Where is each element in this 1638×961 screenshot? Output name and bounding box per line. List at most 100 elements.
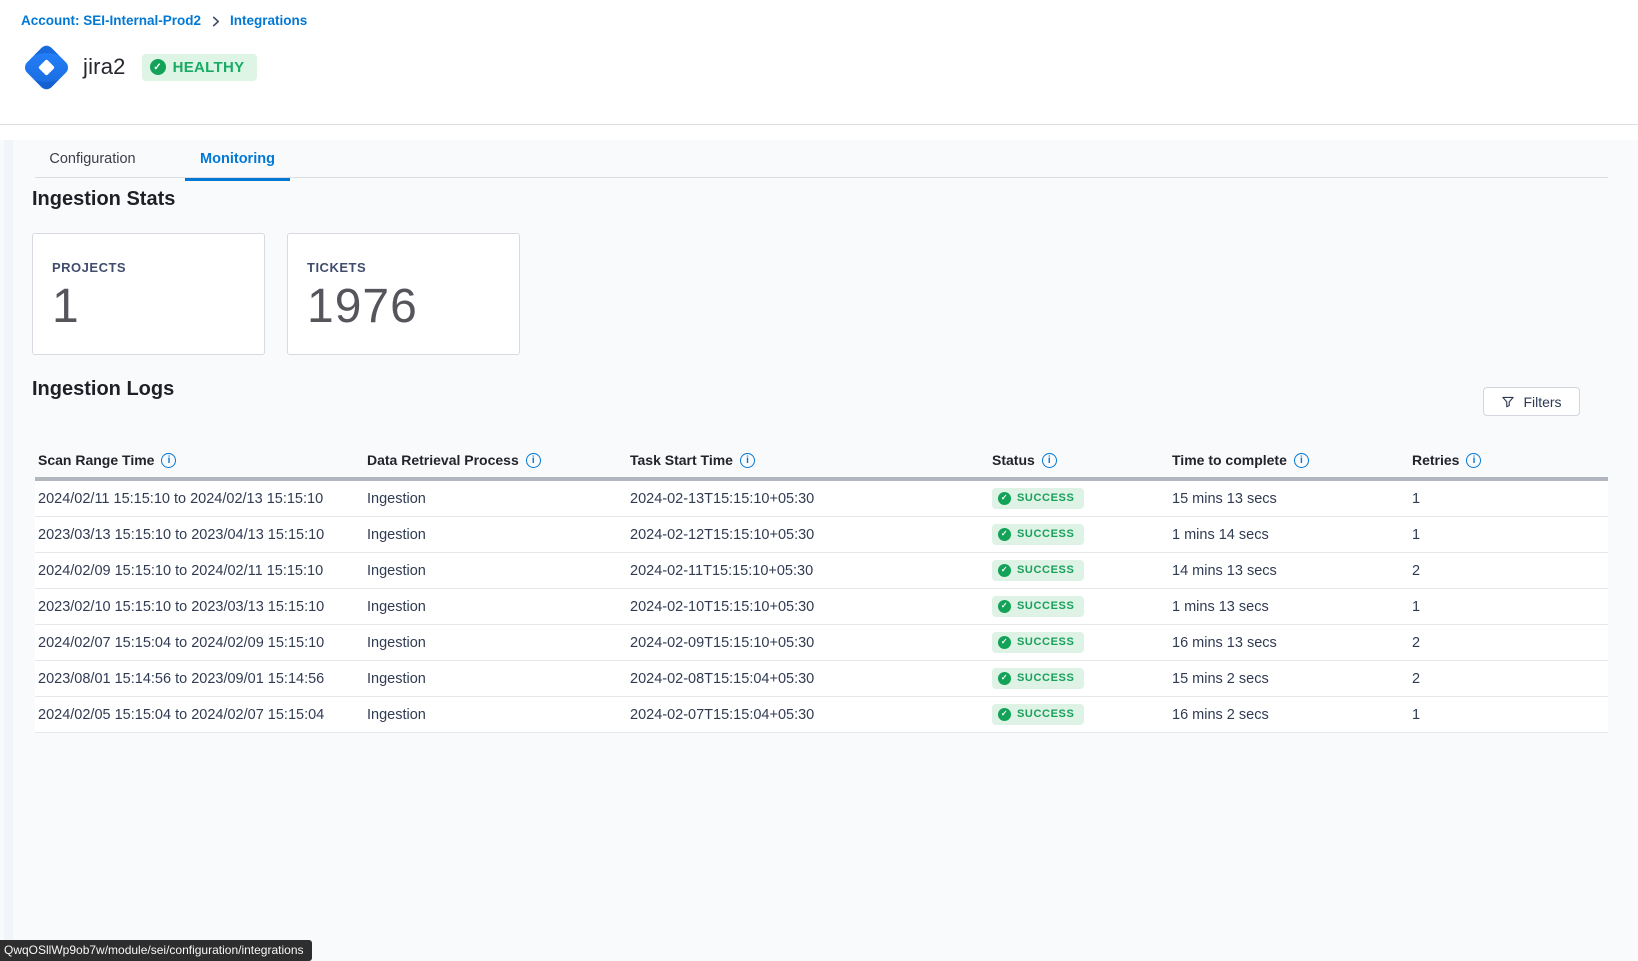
table-header-row: Scan Range Time i Data Retrieval Process… bbox=[35, 443, 1608, 481]
status-badge: ✓ SUCCESS bbox=[992, 596, 1084, 617]
header-divider bbox=[0, 124, 1638, 125]
status-label: SUCCESS bbox=[1017, 528, 1074, 540]
status-badge: ✓ SUCCESS bbox=[992, 704, 1084, 725]
status-badge: ✓ SUCCESS bbox=[992, 488, 1084, 509]
cell-process: Ingestion bbox=[364, 563, 627, 579]
stat-value: 1976 bbox=[307, 283, 519, 331]
cell-time-to-complete: 16 mins 13 secs bbox=[1169, 635, 1409, 651]
check-circle-icon: ✓ bbox=[998, 708, 1011, 721]
left-gutter bbox=[4, 140, 13, 961]
cell-status: ✓ SUCCESS bbox=[989, 632, 1169, 653]
info-icon[interactable]: i bbox=[1042, 453, 1057, 468]
link-preview-tooltip: QwqOSllWp9ob7w/module/sei/configuration/… bbox=[0, 940, 312, 961]
cell-scan-range: 2024/02/07 15:15:04 to 2024/02/09 15:15:… bbox=[35, 635, 364, 651]
filters-button[interactable]: Filters bbox=[1483, 387, 1580, 416]
cell-retries: 1 bbox=[1409, 599, 1608, 615]
cell-retries: 1 bbox=[1409, 491, 1608, 507]
table-row: 2023/03/13 15:15:10 to 2023/04/13 15:15:… bbox=[35, 517, 1608, 553]
check-circle-icon: ✓ bbox=[150, 59, 166, 75]
monitoring-content: Configuration Monitoring Ingestion Stats… bbox=[0, 140, 1638, 961]
health-status-badge: ✓ HEALTHY bbox=[142, 54, 258, 81]
table-row: 2023/08/01 15:14:56 to 2023/09/01 15:14:… bbox=[35, 661, 1608, 697]
cell-task-start: 2024-02-10T15:15:10+05:30 bbox=[627, 599, 989, 615]
cell-task-start: 2024-02-07T15:15:04+05:30 bbox=[627, 707, 989, 723]
cell-time-to-complete: 1 mins 13 secs bbox=[1169, 599, 1409, 615]
column-header-retries: Retries i bbox=[1409, 452, 1608, 468]
info-icon[interactable]: i bbox=[161, 453, 176, 468]
column-header-status: Status i bbox=[989, 452, 1169, 468]
cell-retries: 2 bbox=[1409, 671, 1608, 687]
table-row: 2024/02/07 15:15:04 to 2024/02/09 15:15:… bbox=[35, 625, 1608, 661]
cell-scan-range: 2024/02/05 15:15:04 to 2024/02/07 15:15:… bbox=[35, 707, 364, 723]
cell-status: ✓ SUCCESS bbox=[989, 488, 1169, 509]
column-header-time-to-complete: Time to complete i bbox=[1169, 452, 1409, 468]
table-row: 2024/02/11 15:15:10 to 2024/02/13 15:15:… bbox=[35, 481, 1608, 517]
cell-scan-range: 2024/02/09 15:15:10 to 2024/02/11 15:15:… bbox=[35, 563, 364, 579]
cell-status: ✓ SUCCESS bbox=[989, 524, 1169, 545]
status-label: SUCCESS bbox=[1017, 708, 1074, 720]
cell-retries: 1 bbox=[1409, 527, 1608, 543]
status-label: SUCCESS bbox=[1017, 600, 1074, 612]
filter-funnel-icon bbox=[1501, 395, 1515, 409]
cell-time-to-complete: 14 mins 13 secs bbox=[1169, 563, 1409, 579]
integration-title-row: jira2 ✓ HEALTHY bbox=[20, 40, 257, 94]
table-row: 2023/02/10 15:15:10 to 2023/03/13 15:15:… bbox=[35, 589, 1608, 625]
cell-process: Ingestion bbox=[364, 599, 627, 615]
cell-process: Ingestion bbox=[364, 491, 627, 507]
cell-retries: 2 bbox=[1409, 563, 1608, 579]
status-label: SUCCESS bbox=[1017, 636, 1074, 648]
tab-configuration[interactable]: Configuration bbox=[40, 146, 145, 181]
cell-status: ✓ SUCCESS bbox=[989, 560, 1169, 581]
jira-logo-icon bbox=[20, 41, 73, 94]
cell-scan-range: 2023/02/10 15:15:10 to 2023/03/13 15:15:… bbox=[35, 599, 364, 615]
page-header: Account: SEI-Internal-Prod2 Integrations bbox=[0, 0, 1638, 140]
column-header-scan-range: Scan Range Time i bbox=[35, 452, 364, 468]
ingestion-logs-title: Ingestion Logs bbox=[32, 378, 174, 401]
info-icon[interactable]: i bbox=[1294, 453, 1309, 468]
info-icon[interactable]: i bbox=[526, 453, 541, 468]
breadcrumb: Account: SEI-Internal-Prod2 Integrations bbox=[21, 13, 307, 28]
info-icon[interactable]: i bbox=[740, 453, 755, 468]
check-circle-icon: ✓ bbox=[998, 564, 1011, 577]
tab-monitoring[interactable]: Monitoring bbox=[185, 146, 290, 181]
filters-button-label: Filters bbox=[1523, 394, 1561, 410]
stat-cards: PROJECTS 1 TICKETS 1976 bbox=[32, 233, 520, 355]
table-row: 2024/02/09 15:15:10 to 2024/02/11 15:15:… bbox=[35, 553, 1608, 589]
cell-retries: 1 bbox=[1409, 707, 1608, 723]
cell-scan-range: 2023/08/01 15:14:56 to 2023/09/01 15:14:… bbox=[35, 671, 364, 687]
breadcrumb-account-link[interactable]: Account: SEI-Internal-Prod2 bbox=[21, 13, 201, 28]
stat-label: PROJECTS bbox=[52, 260, 264, 275]
ingestion-stats-title: Ingestion Stats bbox=[32, 188, 175, 211]
cell-status: ✓ SUCCESS bbox=[989, 668, 1169, 689]
check-circle-icon: ✓ bbox=[998, 636, 1011, 649]
cell-process: Ingestion bbox=[364, 527, 627, 543]
cell-time-to-complete: 15 mins 2 secs bbox=[1169, 671, 1409, 687]
status-badge: ✓ SUCCESS bbox=[992, 524, 1084, 545]
cell-process: Ingestion bbox=[364, 707, 627, 723]
cell-process: Ingestion bbox=[364, 635, 627, 651]
breadcrumb-integrations-link[interactable]: Integrations bbox=[230, 13, 307, 28]
column-header-task-start: Task Start Time i bbox=[627, 452, 989, 468]
stat-value: 1 bbox=[52, 283, 264, 331]
status-badge: ✓ SUCCESS bbox=[992, 668, 1084, 689]
chevron-right-icon bbox=[210, 16, 221, 27]
status-label: SUCCESS bbox=[1017, 564, 1074, 576]
status-badge: ✓ SUCCESS bbox=[992, 560, 1084, 581]
status-label: SUCCESS bbox=[1017, 492, 1074, 504]
page-title: jira2 bbox=[83, 54, 126, 80]
cell-task-start: 2024-02-09T15:15:10+05:30 bbox=[627, 635, 989, 651]
tab-bar: Configuration Monitoring bbox=[40, 146, 290, 181]
stat-label: TICKETS bbox=[307, 260, 519, 275]
check-circle-icon: ✓ bbox=[998, 600, 1011, 613]
cell-time-to-complete: 16 mins 2 secs bbox=[1169, 707, 1409, 723]
check-circle-icon: ✓ bbox=[998, 528, 1011, 541]
info-icon[interactable]: i bbox=[1466, 453, 1481, 468]
column-header-process: Data Retrieval Process i bbox=[364, 452, 627, 468]
cell-task-start: 2024-02-11T15:15:10+05:30 bbox=[627, 563, 989, 579]
cell-task-start: 2024-02-08T15:15:04+05:30 bbox=[627, 671, 989, 687]
cell-time-to-complete: 15 mins 13 secs bbox=[1169, 491, 1409, 507]
table-row: 2024/02/05 15:15:04 to 2024/02/07 15:15:… bbox=[35, 697, 1608, 733]
stat-card-projects: PROJECTS 1 bbox=[32, 233, 265, 355]
status-badge: ✓ SUCCESS bbox=[992, 632, 1084, 653]
ingestion-logs-table: Scan Range Time i Data Retrieval Process… bbox=[35, 443, 1608, 733]
